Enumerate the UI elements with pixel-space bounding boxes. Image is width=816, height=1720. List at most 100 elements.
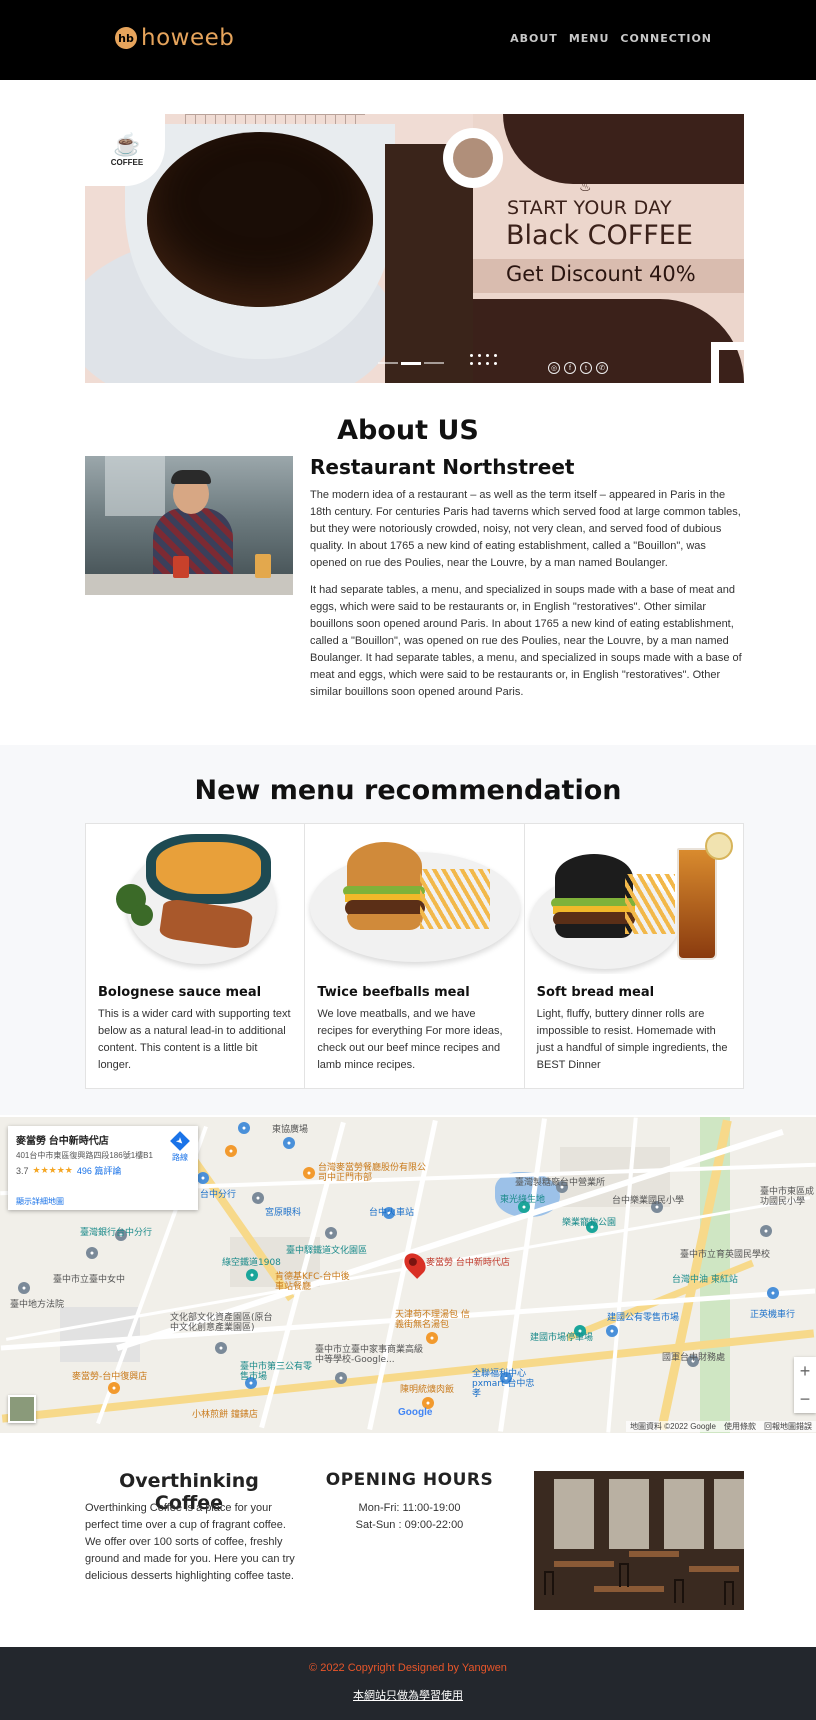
map-poi-icon[interactable]: ● <box>767 1287 779 1299</box>
map-label: 台中分行 <box>200 1190 237 1200</box>
hero-carousel[interactable]: ☕ COFFEE ♨ START YOUR DAY Black COFFEE G… <box>85 114 744 383</box>
directions-button[interactable]: ➤ 路線 <box>170 1131 190 1163</box>
hero-social-icons: ◎ f t ✆ <box>548 362 608 374</box>
hours-weekday: Mon-Fri: 11:00-19:00 <box>358 1502 461 1514</box>
map-poi-icon[interactable]: ● <box>606 1325 618 1337</box>
map-label: 臺中市第三公有零售市場 <box>240 1362 313 1382</box>
card-text: This is a wider card with supporting tex… <box>98 1008 291 1071</box>
satellite-toggle[interactable] <box>8 1395 36 1423</box>
brand-logo[interactable]: hb howeeb <box>115 25 234 51</box>
hero-logo-text: COFFEE <box>110 157 144 167</box>
chef-photo <box>85 456 293 595</box>
map-label: 綠空鐵道1908 <box>222 1258 281 1268</box>
soft-bread-photo <box>525 824 743 974</box>
carousel-indicator-1[interactable] <box>378 362 398 364</box>
larger-map-link[interactable]: 顯示詳細地圖 <box>16 1196 64 1207</box>
map-label: 小林煎餅 鐘錶店 <box>192 1410 258 1420</box>
map-label: 臺灣銀行台中分行 <box>80 1228 153 1238</box>
carousel-indicator-3[interactable] <box>424 362 444 364</box>
google-logo: Google <box>398 1407 433 1418</box>
navbar: hb howeeb ABOUT MENU CONNECTION <box>0 0 816 80</box>
directions-label: 路線 <box>172 1153 188 1162</box>
about-paragraph-2: It had separate tables, a menu, and spec… <box>310 584 742 698</box>
card-title: Twice beefballs meal <box>317 985 470 1000</box>
facebook-icon: f <box>564 362 576 374</box>
map-label: 臺中地方法院 <box>10 1300 65 1310</box>
map-poi-icon[interactable]: ● <box>325 1227 337 1239</box>
map-label: 臺中驛鐵道文化園區 <box>286 1246 368 1256</box>
map-label: 全聯福利中心 pxmart 台中忠孝 <box>472 1369 535 1399</box>
google-map[interactable]: ● ● ● ● ● ● ● ● ● ● ● ● ● ● ● ● ● ● ● ● … <box>0 1117 816 1433</box>
map-poi-icon[interactable]: ● <box>760 1225 772 1237</box>
instagram-icon: ◎ <box>548 362 560 374</box>
menu-card[interactable]: Bolognese sauce meal This is a wider car… <box>86 824 306 1088</box>
nav-link-about[interactable]: ABOUT <box>510 32 558 45</box>
map-label: 臺中市立育英國民學校 <box>680 1250 771 1260</box>
hero-line-3: Get Discount 40% <box>506 262 696 286</box>
menu-cards: Bolognese sauce meal This is a wider car… <box>85 823 744 1089</box>
map-label: 建國公有零售市場 <box>607 1313 680 1323</box>
map-attribution[interactable]: 地圖資料 ©2022 Google 使用條款 回報地圖錯誤 <box>626 1421 816 1432</box>
footer: © 2022 Copyright Designed by Yangwen 本網站… <box>0 1647 816 1720</box>
map-label: 正英機車行 <box>750 1310 796 1320</box>
rating-value: 3.7 <box>16 1165 29 1176</box>
coffee-cup-icon: ☕ <box>113 131 141 157</box>
about-subtitle: Restaurant Northstreet <box>310 455 575 479</box>
map-label: 建國市場停車場 <box>530 1333 594 1343</box>
map-pin-label: 麥當勞 台中新時代店 <box>426 1258 510 1268</box>
hero-line-2: Black COFFEE <box>506 220 693 251</box>
nav-link-connection[interactable]: CONNECTION <box>620 32 712 45</box>
map-label: 台灣麥當勞餐廳股份有限公司中正門市部 <box>318 1163 427 1183</box>
map-label: 臺中市立臺中女中 <box>53 1275 126 1285</box>
map-poi-icon[interactable]: ● <box>86 1247 98 1259</box>
brand-text: howeeb <box>141 25 235 51</box>
opening-hours-title: OPENING HOURS <box>325 1470 494 1490</box>
menu-card[interactable]: Twice beefballs meal We love meatballs, … <box>305 824 525 1088</box>
map-label: 臺中市東區成功國民小學 <box>760 1187 815 1207</box>
directions-icon: ➤ <box>170 1131 190 1151</box>
menu-title: New menu recommendation <box>194 775 622 806</box>
menu-section: New menu recommendation Bolognese sauce … <box>0 745 816 1115</box>
map-poi-icon[interactable]: ● <box>18 1282 30 1294</box>
map-label: 臺灣製糖廠台中營業所 <box>515 1178 606 1188</box>
map-poi-icon[interactable]: ● <box>197 1172 209 1184</box>
map-poi-icon[interactable]: ● <box>225 1145 237 1157</box>
hero-dark-shape-bottom <box>473 299 744 383</box>
zoom-out-button[interactable]: − <box>800 1389 811 1410</box>
map-poi-icon[interactable]: ● <box>303 1167 315 1179</box>
map-poi-icon[interactable]: ● <box>283 1137 295 1149</box>
carousel-indicator-2[interactable] <box>401 362 421 365</box>
hero-circle-inner <box>453 138 493 178</box>
map-poi-icon[interactable]: ● <box>215 1342 227 1354</box>
map-poi-icon[interactable]: ● <box>335 1372 347 1384</box>
hero-line-1: START YOUR DAY <box>507 197 672 219</box>
map-label: 文化部文化資產園區(原台中文化創意產業園區) <box>170 1313 273 1333</box>
nav-link-menu[interactable]: MENU <box>569 32 610 45</box>
about-title: About US <box>337 415 479 446</box>
opening-hours: Mon-Fri: 11:00-19:00 Sat-Sun : 09:00-22:… <box>318 1500 501 1534</box>
hero-frame-shape <box>711 342 744 383</box>
menu-card[interactable]: Soft bread meal Light, fluffy, buttery d… <box>525 824 743 1088</box>
hero-dot-pattern <box>470 354 498 365</box>
about-paragraph-1: The modern idea of a restaurant – as wel… <box>310 489 741 569</box>
hours-weekend: Sat-Sun : 09:00-22:00 <box>355 1519 464 1531</box>
map-poi-icon[interactable]: ● <box>252 1192 264 1204</box>
card-text: Light, fluffy, buttery dinner rolls are … <box>536 1008 728 1071</box>
map-label: 天津苟不理湯包 信義街無名湯包 <box>395 1310 470 1330</box>
card-title: Bolognese sauce meal <box>98 985 262 1000</box>
flame-icon: ♨ <box>579 178 592 194</box>
map-poi-icon[interactable]: ● <box>426 1332 438 1344</box>
footer-copyright: © 2022 Copyright Designed by Yangwen <box>309 1662 507 1674</box>
map-label: 台灣中油 東紅站 <box>672 1275 738 1285</box>
map-label: 台中樂業國民小學 <box>612 1196 685 1206</box>
zoom-in-button[interactable]: + <box>800 1361 811 1382</box>
map-poi-icon[interactable]: ● <box>246 1269 258 1281</box>
reviews-link[interactable]: 496 篇評論 <box>77 1164 122 1177</box>
map-poi-icon[interactable]: ● <box>108 1382 120 1394</box>
map-poi-icon[interactable]: ● <box>238 1122 250 1134</box>
hero-promo-panel: ♨ START YOUR DAY Black COFFEE Get Discou… <box>443 114 744 383</box>
twitter-icon: t <box>580 362 592 374</box>
hero-coffee-photo: ☕ COFFEE <box>85 114 475 383</box>
hero-dark-shape-top <box>503 114 744 184</box>
footer-notice-link[interactable]: 本網站只做為學習使用 <box>0 1687 816 1703</box>
